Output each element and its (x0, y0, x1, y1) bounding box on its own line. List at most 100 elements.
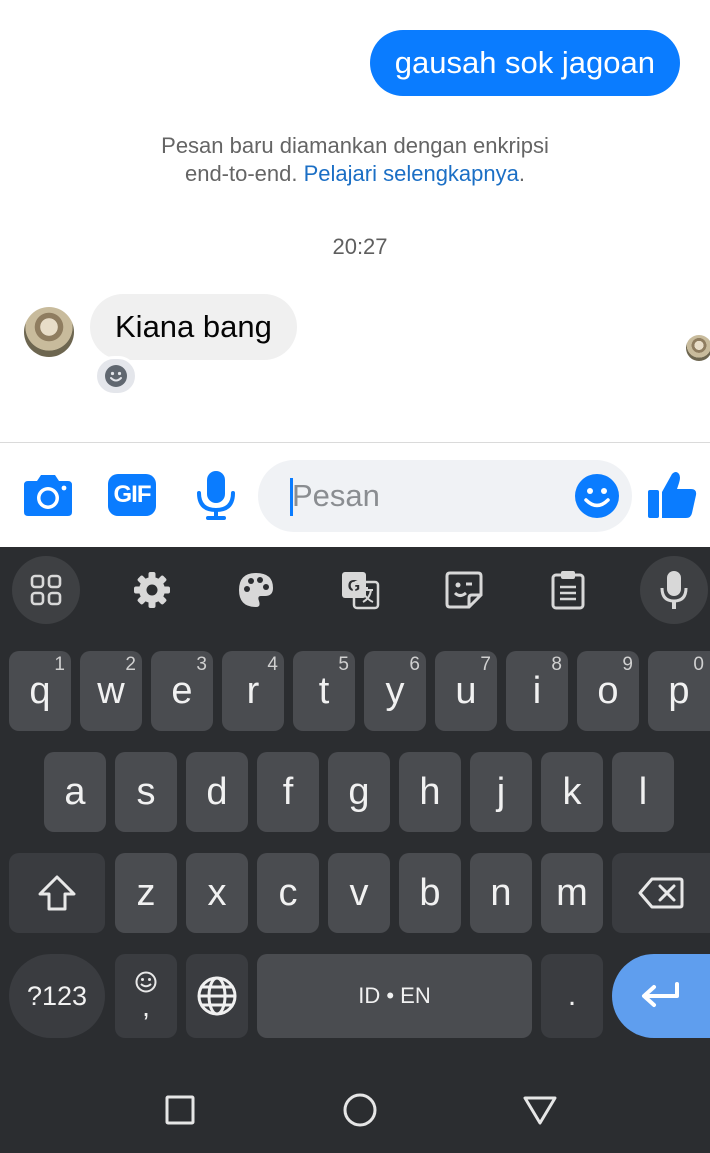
theme-button[interactable] (222, 556, 290, 624)
period-key[interactable]: . (541, 954, 603, 1038)
home-circle-icon (343, 1093, 377, 1127)
key-x[interactable]: x (186, 853, 248, 933)
key-w-label: w (97, 669, 125, 712)
encryption-notice-period: . (518, 161, 526, 186)
encryption-notice-line2-row: end-to-end. Pelajari selengkapnya. (0, 160, 710, 188)
voice-button[interactable] (188, 467, 244, 523)
incoming-message-bubble[interactable]: Kiana bang (90, 294, 297, 360)
encryption-notice-line2: end-to-end. (184, 161, 298, 186)
key-e-hint: 3 (196, 654, 207, 675)
key-e[interactable]: e3 (151, 651, 213, 731)
key-c[interactable]: c (257, 853, 319, 933)
key-n[interactable]: n (470, 853, 532, 933)
key-o[interactable]: o9 (577, 651, 639, 731)
key-v[interactable]: v (328, 853, 390, 933)
like-button[interactable] (644, 467, 700, 523)
key-m[interactable]: m (541, 853, 603, 933)
sticker-icon (445, 571, 483, 609)
smiley-icon (105, 365, 127, 387)
key-o-label: o (597, 669, 619, 712)
symbols-key[interactable]: ?123 (9, 954, 105, 1038)
key-z[interactable]: z (115, 853, 177, 933)
message-composer: GIF Pesan (0, 442, 710, 547)
key-b[interactable]: b (399, 853, 461, 933)
recents-square-icon (165, 1095, 195, 1125)
key-u-hint: 7 (480, 654, 491, 675)
emoji-icon[interactable] (574, 473, 620, 519)
back-triangle-icon (523, 1096, 557, 1125)
key-w[interactable]: w2 (80, 651, 142, 731)
key-i[interactable]: i8 (506, 651, 568, 731)
shift-key[interactable] (9, 853, 105, 933)
key-r-hint: 4 (267, 654, 278, 675)
conversation-area: gausah sok jagoan Pesan baru diamankan d… (0, 0, 710, 442)
backspace-icon (638, 877, 684, 909)
translate-icon: G (342, 572, 380, 610)
key-s[interactable]: s (115, 752, 177, 832)
clipboard-icon (551, 571, 585, 610)
key-i-label: i (532, 669, 542, 712)
shift-arrow-icon (38, 875, 76, 911)
key-g[interactable]: g (328, 752, 390, 832)
key-l[interactable]: l (612, 752, 674, 832)
home-button[interactable] (335, 1085, 385, 1135)
key-d[interactable]: d (186, 752, 248, 832)
comma-key[interactable]: , (115, 954, 177, 1038)
sticker-button[interactable] (430, 556, 498, 624)
globe-icon (197, 976, 237, 1016)
learn-more-link[interactable]: Pelajari selengkapnya (304, 161, 519, 186)
key-t-label: t (318, 669, 330, 712)
key-k[interactable]: k (541, 752, 603, 832)
key-f[interactable]: f (257, 752, 319, 832)
encryption-notice-line1: Pesan baru diamankan dengan enkripsi (161, 133, 549, 158)
gboard-keyboard: G q1 w2 e3 r4 t5 y6 u7 i8 o9 p0 a s d f … (0, 547, 710, 1067)
translate-button[interactable]: G (326, 556, 394, 624)
enter-arrow-icon (642, 982, 679, 1007)
key-q[interactable]: q1 (9, 651, 71, 731)
key-j[interactable]: j (470, 752, 532, 832)
key-a[interactable]: a (44, 752, 106, 832)
key-w-hint: 2 (125, 654, 136, 675)
gif-label: GIF (113, 481, 152, 508)
palette-icon (239, 573, 273, 607)
key-t[interactable]: t5 (293, 651, 355, 731)
apps-grid-icon (30, 574, 62, 606)
key-t-hint: 5 (338, 654, 349, 675)
back-button[interactable] (515, 1085, 565, 1135)
microphone-icon (197, 471, 235, 520)
gif-button[interactable]: GIF (104, 467, 160, 523)
key-i-hint: 8 (551, 654, 562, 675)
enter-key[interactable] (612, 954, 710, 1038)
system-navigation-bar (0, 1067, 710, 1153)
key-p-hint: 0 (693, 654, 704, 675)
camera-button[interactable] (20, 467, 76, 523)
apps-grid-button[interactable] (12, 556, 80, 624)
outgoing-message-bubble[interactable]: gausah sok jagoan (369, 30, 680, 96)
thumbs-up-icon (648, 472, 697, 518)
sender-avatar[interactable] (24, 307, 74, 357)
backspace-key[interactable] (612, 853, 710, 933)
language-key[interactable] (186, 954, 248, 1038)
key-h[interactable]: h (399, 752, 461, 832)
recents-button[interactable] (155, 1085, 205, 1135)
microphone-icon (660, 571, 688, 609)
message-input[interactable]: Pesan (258, 460, 632, 532)
key-p[interactable]: p0 (648, 651, 710, 731)
encryption-notice: Pesan baru diamankan dengan enkripsi end… (0, 132, 710, 188)
voice-typing-button[interactable] (640, 556, 708, 624)
message-input-placeholder: Pesan (292, 478, 380, 513)
seen-indicator-avatar (686, 335, 710, 361)
key-y[interactable]: y6 (364, 651, 426, 731)
key-e-label: e (171, 669, 193, 712)
clipboard-button[interactable] (534, 556, 602, 624)
key-u[interactable]: u7 (435, 651, 497, 731)
key-r[interactable]: r4 (222, 651, 284, 731)
reaction-button[interactable] (94, 356, 138, 396)
settings-button[interactable] (118, 556, 186, 624)
comma-label: , (142, 991, 150, 1022)
key-q-label: q (29, 669, 51, 712)
key-p-label: p (668, 669, 690, 712)
space-bar[interactable]: ID • EN (257, 954, 532, 1038)
key-o-hint: 9 (622, 654, 633, 675)
emoji-shortcut-icon (135, 971, 157, 993)
